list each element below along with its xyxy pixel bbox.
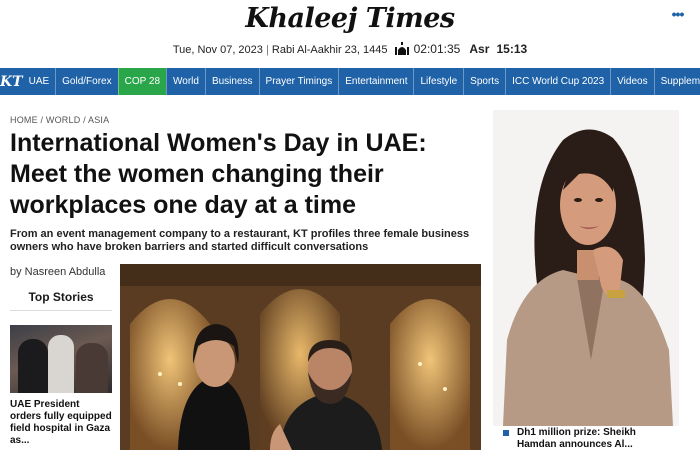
photo-illustration [120, 264, 481, 450]
top-story-thumbnail[interactable] [10, 325, 112, 393]
side-story-headline[interactable]: Dh1 million prize: Sheikh Hamdan announc… [517, 427, 677, 450]
mosque-icon [394, 42, 409, 55]
date-text: Tue, Nov 07, 2023 [172, 44, 263, 56]
prayer-time: 15:13 [496, 42, 528, 56]
side-story-image[interactable] [493, 110, 679, 426]
side-story-caption[interactable]: Dh1 million prize: Sheikh Hamdan announc… [493, 426, 679, 450]
masthead: Khaleej Times Tue, Nov 07, 2023 | Rabi A… [0, 0, 700, 66]
portrait-illustration [493, 110, 679, 426]
more-menu-button[interactable]: ••• [667, 3, 688, 24]
nav-item-world[interactable]: World [166, 68, 205, 95]
nav-item-videos[interactable]: Videos [610, 68, 653, 95]
nav-item-gold-forex[interactable]: Gold/Forex [55, 68, 117, 95]
nav-item-prayer-timings[interactable]: Prayer Timings [258, 68, 339, 95]
hijri-date: Rabi Al-Aakhir 23, 1445 [271, 44, 388, 56]
prayer-label: Asr [469, 42, 490, 56]
top-stories: Top Stories UAE President orders fully e… [10, 290, 112, 447]
nav-item-entertainment[interactable]: Entertainment [338, 68, 413, 95]
nav-item-sports[interactable]: Sports [463, 68, 505, 95]
bullet-icon [503, 430, 509, 436]
article-main-photo [120, 264, 481, 450]
breadcrumb[interactable]: HOME / WORLD / ASIA [10, 115, 109, 125]
article-subhead: From an event management company to a re… [10, 228, 470, 253]
article-headline: International Women's Day in UAE: Meet t… [10, 129, 427, 219]
nav-item-lifestyle[interactable]: Lifestyle [413, 68, 463, 95]
nav-item-cop-28[interactable]: COP 28 [117, 68, 167, 95]
nav-item-supplements[interactable]: Supplements [653, 68, 700, 95]
top-story-headline[interactable]: UAE President orders fully equipped fiel… [10, 399, 112, 447]
nav-logo[interactable]: KT [0, 68, 23, 95]
clock-text: 02:01:35 [413, 42, 461, 56]
nav-item-uae[interactable]: UAE [23, 68, 56, 95]
top-stories-title: Top Stories [10, 290, 112, 311]
dateline: Tue, Nov 07, 2023 | Rabi Al-Aakhir 23, 1… [0, 42, 700, 56]
nav-item-business[interactable]: Business [204, 68, 259, 95]
nav-item-icc-world-cup-2023[interactable]: ICC World Cup 2023 [505, 68, 610, 95]
site-logo[interactable]: Khaleej Times [0, 3, 700, 34]
main-nav: KT UAE Gold/Forex COP 28 World Business Praye… [0, 68, 700, 95]
byline[interactable]: by Nasreen Abdulla [10, 266, 105, 278]
